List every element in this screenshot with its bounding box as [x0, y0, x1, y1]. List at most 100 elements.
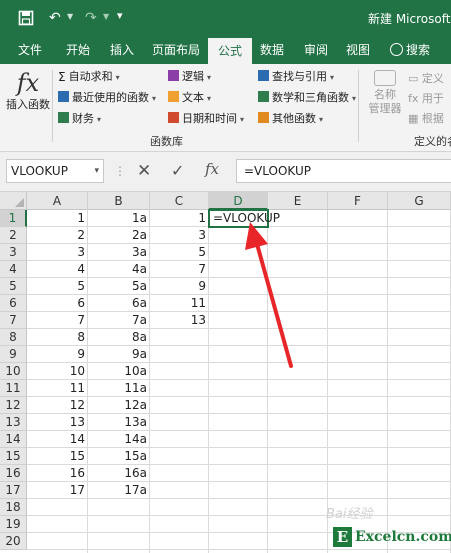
cell-a8[interactable]: 8: [27, 329, 88, 346]
date-time-button[interactable]: 日期和时间 ▾: [168, 110, 244, 128]
cell-b15[interactable]: 15a: [88, 448, 150, 465]
tab-review[interactable]: 审阅: [294, 36, 338, 64]
cell-c7[interactable]: 13: [150, 312, 209, 329]
row-header-1[interactable]: 1: [0, 210, 27, 227]
row-header-11[interactable]: 11: [0, 380, 27, 397]
cell-a11[interactable]: 11: [27, 380, 88, 397]
cell-c5[interactable]: 9: [150, 278, 209, 295]
cell-b1[interactable]: 1a: [88, 210, 150, 227]
cell-b9[interactable]: 9a: [88, 346, 150, 363]
cell-a10[interactable]: 10: [27, 363, 88, 380]
formula-input[interactable]: =VLOOKUP: [236, 159, 451, 183]
cell-b17[interactable]: 17a: [88, 482, 150, 499]
row-header-3[interactable]: 3: [0, 244, 27, 261]
cell-a7[interactable]: 7: [27, 312, 88, 329]
name-manager-button[interactable]: 名称 管理器: [366, 70, 404, 116]
row-header-19[interactable]: 19: [0, 516, 27, 533]
text-button[interactable]: 文本 ▾: [168, 89, 211, 107]
cell-a13[interactable]: 13: [27, 414, 88, 431]
cell-c4[interactable]: 7: [150, 261, 209, 278]
chevron-down-icon[interactable]: ▾: [94, 160, 99, 182]
cell-a5[interactable]: 5: [27, 278, 88, 295]
cell-a14[interactable]: 14: [27, 431, 88, 448]
row-header-10[interactable]: 10: [0, 363, 27, 380]
cell-c2[interactable]: 3: [150, 227, 209, 244]
column-header-g[interactable]: G: [388, 192, 451, 210]
cell-a2[interactable]: 2: [27, 227, 88, 244]
create-from-selection-button[interactable]: ▦ 根据: [408, 110, 444, 126]
cell-b8[interactable]: 8a: [88, 329, 150, 346]
column-header-d[interactable]: D: [209, 192, 268, 210]
cell-b2[interactable]: 2a: [88, 227, 150, 244]
row-header-18[interactable]: 18: [0, 499, 27, 516]
row-header-6[interactable]: 6: [0, 295, 27, 312]
cell-b12[interactable]: 12a: [88, 397, 150, 414]
row-header-4[interactable]: 4: [0, 261, 27, 278]
undo-icon[interactable]: ↶: [49, 10, 61, 26]
tab-file[interactable]: 文件: [8, 36, 52, 64]
cell-b16[interactable]: 16a: [88, 465, 150, 482]
tab-view[interactable]: 视图: [337, 36, 379, 64]
cell-b6[interactable]: 6a: [88, 295, 150, 312]
row-header-7[interactable]: 7: [0, 312, 27, 329]
row-header-13[interactable]: 13: [0, 414, 27, 431]
cell-a15[interactable]: 15: [27, 448, 88, 465]
cell-b13[interactable]: 13a: [88, 414, 150, 431]
cell-a3[interactable]: 3: [27, 244, 88, 261]
math-trig-button[interactable]: 数学和三角函数 ▾: [258, 89, 356, 107]
enter-check-icon[interactable]: ✓: [171, 161, 184, 180]
more-functions-button[interactable]: 其他函数 ▾: [258, 110, 323, 128]
redo-dropdown-icon[interactable]: ▼: [103, 12, 109, 21]
select-all-corner[interactable]: [0, 192, 27, 210]
cell-a4[interactable]: 4: [27, 261, 88, 278]
insert-function-button[interactable]: fx 插入函数: [3, 68, 53, 120]
save-icon[interactable]: [18, 10, 34, 26]
row-header-16[interactable]: 16: [0, 465, 27, 482]
cell-c1[interactable]: 1: [150, 210, 209, 227]
column-header-f[interactable]: F: [328, 192, 388, 210]
cancel-icon[interactable]: ✕: [137, 161, 151, 181]
row-header-5[interactable]: 5: [0, 278, 27, 295]
cell-b10[interactable]: 10a: [88, 363, 150, 380]
financial-button[interactable]: 财务 ▾: [58, 110, 101, 128]
column-header-e[interactable]: E: [268, 192, 328, 210]
cell-b14[interactable]: 14a: [88, 431, 150, 448]
cell-a1[interactable]: 1: [27, 210, 88, 227]
row-header-8[interactable]: 8: [0, 329, 27, 346]
cell-a17[interactable]: 17: [27, 482, 88, 499]
cell-c6[interactable]: 11: [150, 295, 209, 312]
name-box[interactable]: VLOOKUP ▾: [6, 159, 104, 183]
row-header-14[interactable]: 14: [0, 431, 27, 448]
cell-b7[interactable]: 7a: [88, 312, 150, 329]
tab-insert[interactable]: 插入: [100, 36, 144, 64]
cell-b11[interactable]: 11a: [88, 380, 150, 397]
tab-page-layout[interactable]: 页面布局: [146, 36, 206, 64]
tab-formulas[interactable]: 公式: [208, 38, 252, 64]
cell-a6[interactable]: 6: [27, 295, 88, 312]
cell-a16[interactable]: 16: [27, 465, 88, 482]
redo-icon[interactable]: ↷: [85, 10, 97, 26]
column-header-a[interactable]: A: [27, 192, 88, 210]
use-in-formula-button[interactable]: fx 用于: [408, 90, 444, 106]
row-header-9[interactable]: 9: [0, 346, 27, 363]
column-header-b[interactable]: B: [88, 192, 150, 210]
undo-dropdown-icon[interactable]: ▼: [67, 12, 73, 21]
row-header-20[interactable]: 20: [0, 533, 27, 550]
logical-button[interactable]: 逻辑 ▾: [168, 68, 211, 86]
row-header-15[interactable]: 15: [0, 448, 27, 465]
cell-d1-editing[interactable]: =VLOOKUP: [210, 210, 283, 227]
lookup-reference-button[interactable]: 查找与引用 ▾: [258, 68, 334, 86]
row-header-12[interactable]: 12: [0, 397, 27, 414]
cell-b4[interactable]: 4a: [88, 261, 150, 278]
cell-b5[interactable]: 5a: [88, 278, 150, 295]
insert-function-fx-icon[interactable]: fx: [205, 160, 219, 178]
row-header-2[interactable]: 2: [0, 227, 27, 244]
tab-home[interactable]: 开始: [56, 36, 100, 64]
tab-data[interactable]: 数据: [251, 36, 293, 64]
worksheet-grid[interactable]: A B C D E F G 1 2 3 4 5 6 7 8 9 10 11 12 13 14 15 16 17 18 19 20 1 2…: [0, 192, 451, 553]
define-name-button[interactable]: ▭ 定义: [408, 70, 444, 86]
recently-used-button[interactable]: 最近使用的函数 ▾: [58, 89, 156, 107]
cell-a12[interactable]: 12: [27, 397, 88, 414]
row-header-17[interactable]: 17: [0, 482, 27, 499]
customize-toolbar-icon[interactable]: ▾: [117, 9, 123, 22]
